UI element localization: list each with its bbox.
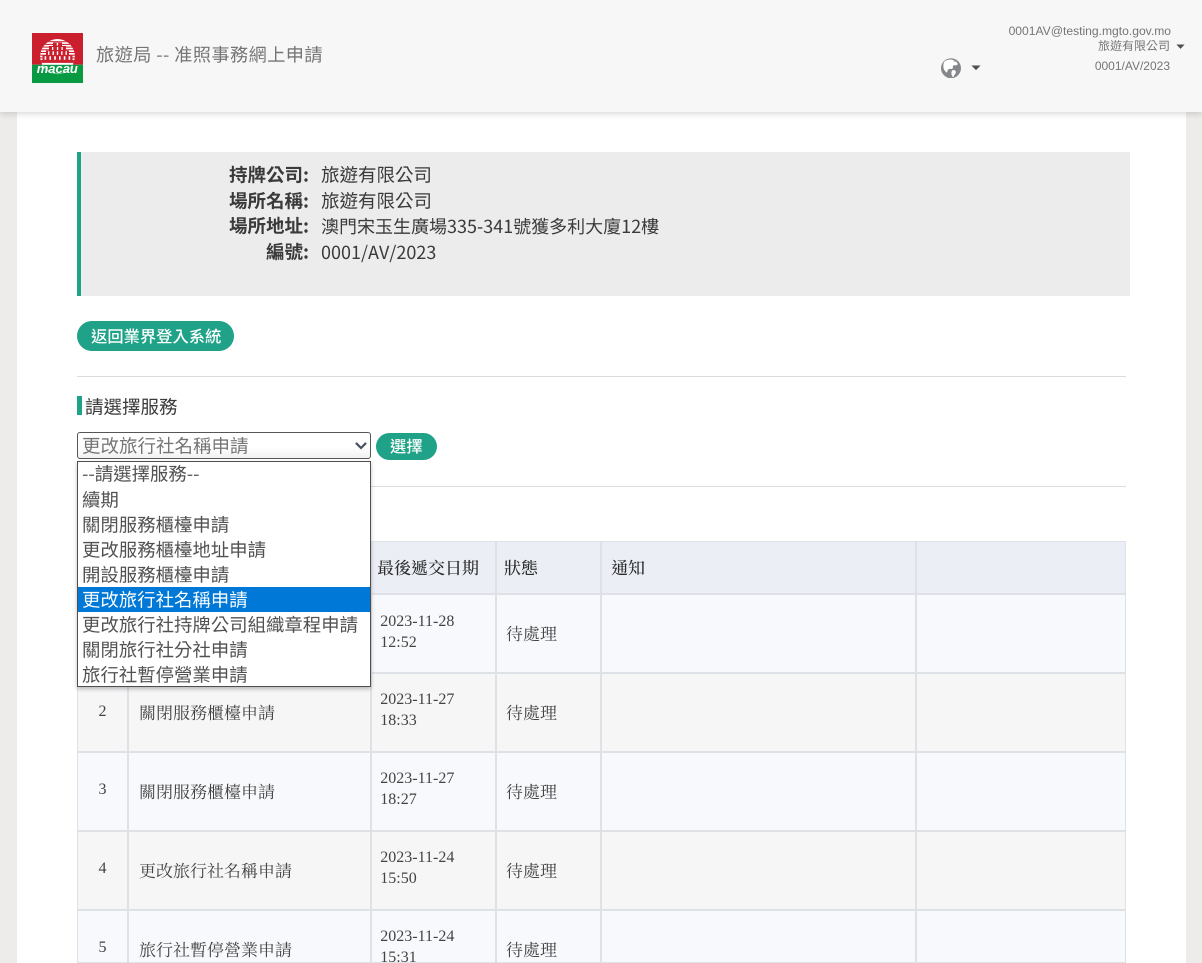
svg-text:macau: macau [37,61,78,76]
